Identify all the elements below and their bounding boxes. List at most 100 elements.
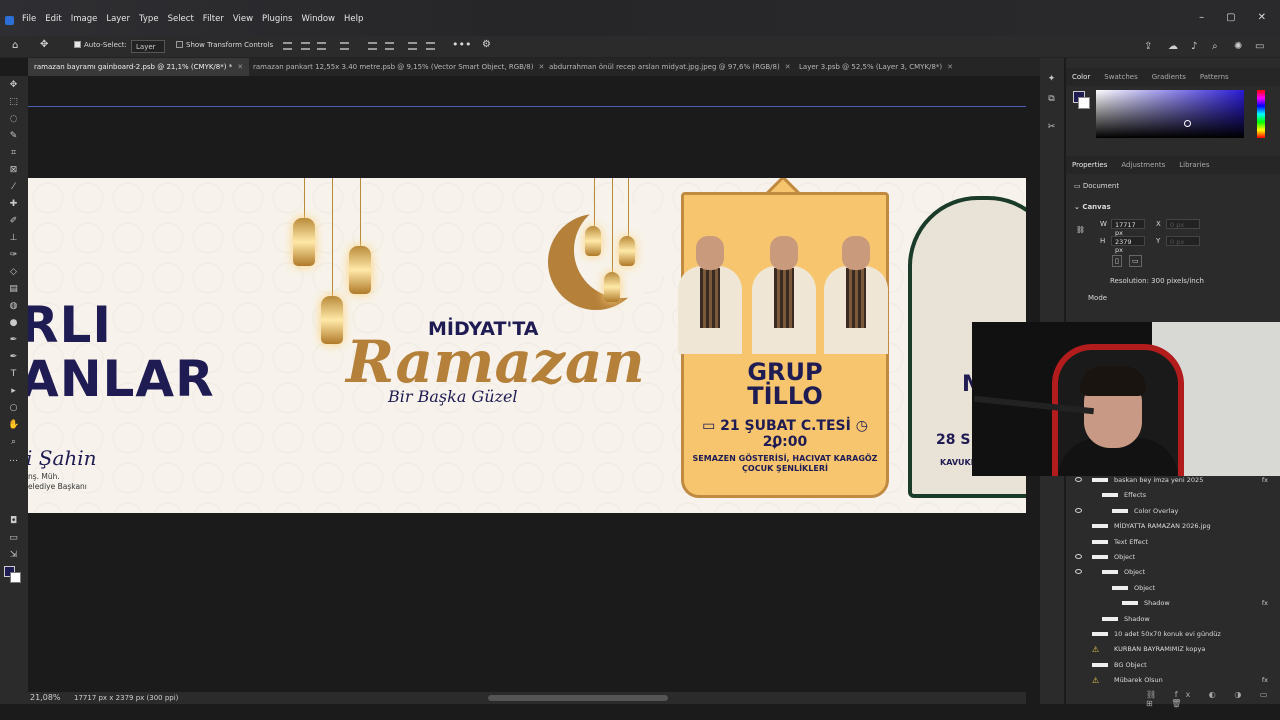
layer-row[interactable]: ⚠ Mübarek Olsun fx — [1072, 674, 1272, 689]
x-field[interactable]: 0 px — [1166, 219, 1200, 229]
learn-icon[interactable]: ✦ — [1046, 74, 1057, 85]
layer-row[interactable]: Object — [1072, 582, 1272, 597]
more-icon[interactable]: ••• — [452, 38, 471, 51]
tab-swatches[interactable]: Swatches — [1104, 73, 1137, 81]
layer-dropdown[interactable]: Layer — [131, 40, 165, 53]
align-top-icon[interactable] — [368, 42, 377, 50]
screen-mode-icon[interactable]: ▭ — [8, 533, 19, 544]
zoom-tool-icon[interactable]: ⌕ — [8, 437, 19, 448]
layer-row[interactable]: 10 adet 50x70 konuk evi gündüz — [1072, 628, 1272, 643]
menu-item-view[interactable]: View — [233, 14, 253, 24]
close-tab-icon[interactable]: ✕ — [237, 63, 243, 71]
tab-layer3[interactable]: Layer 3.psb @ 52,5% (Layer 3, CMYK/8*) ✕ — [793, 58, 959, 76]
edit-toolbar-icon[interactable]: ⇲ — [8, 550, 19, 561]
height-field[interactable]: 2379 px — [1111, 236, 1145, 254]
canvas-area[interactable]: RLI ANLAR i Şahin nş. Müh. elediye Başka… — [28, 76, 1026, 692]
close-icon[interactable]: ✕ — [1258, 12, 1266, 23]
more-tools-icon[interactable]: … — [8, 454, 19, 465]
photoshop-logo-icon[interactable] — [5, 16, 14, 25]
menu-item-type[interactable]: Type — [139, 14, 159, 24]
dodge-tool-icon[interactable]: ● — [8, 318, 19, 329]
color-picker-cursor[interactable] — [1184, 120, 1191, 127]
search-icon[interactable]: ⌕ — [1212, 41, 1218, 52]
eyedropper-tool-icon[interactable]: ⁄ — [8, 182, 19, 193]
crop-tool-icon[interactable]: ⌗ — [8, 148, 19, 159]
tab-properties[interactable]: Properties — [1072, 161, 1107, 169]
y-field[interactable]: 0 px — [1166, 236, 1200, 246]
tab-patterns[interactable]: Patterns — [1200, 73, 1229, 81]
eye-icon[interactable] — [1075, 554, 1082, 559]
align-center-icon[interactable] — [301, 42, 310, 50]
marquee-tool-icon[interactable]: ⬚ — [8, 97, 19, 108]
color-picker-field[interactable] — [1096, 90, 1244, 138]
eye-icon[interactable] — [1075, 477, 1082, 482]
layer-row[interactable]: Object — [1072, 551, 1272, 566]
layer-row[interactable]: MİDYATTA RAMAZAN 2026.jpg — [1072, 520, 1272, 535]
history-brush-icon[interactable]: ✑ — [8, 250, 19, 261]
fx-icon[interactable]: fx — [1262, 599, 1268, 607]
canvas-section[interactable]: ⌄ Canvas — [1074, 203, 1111, 211]
tab-adjustments[interactable]: Adjustments — [1121, 161, 1165, 169]
width-field[interactable]: 17717 px — [1111, 219, 1145, 237]
fx-icon[interactable]: fx — [1262, 676, 1268, 684]
close-tab-icon[interactable]: ✕ — [947, 63, 953, 71]
fx-icon[interactable]: fx — [1262, 476, 1268, 484]
tools-icon[interactable]: ✂ — [1046, 122, 1057, 133]
horizontal-scrollbar[interactable] — [488, 695, 668, 701]
gradient-tool-icon[interactable]: ▤ — [8, 284, 19, 295]
layer-panel-actions[interactable]: ⛓ fx ◐ ◑ ▭ ⊞ 🗑 — [1146, 690, 1280, 708]
tab-ramazan-bayrami[interactable]: ramazan bayramı gainboard-2.psb @ 21,1% … — [28, 58, 250, 76]
minimize-icon[interactable]: – — [1199, 12, 1204, 23]
background-color-swatch[interactable] — [10, 572, 21, 583]
hand-tool-icon[interactable]: ✋ — [8, 420, 19, 431]
layer-row[interactable]: Object — [1072, 566, 1272, 581]
menu-item-plugins[interactable]: Plugins — [262, 14, 292, 24]
type-tool-icon[interactable]: T — [8, 369, 19, 380]
brush-tool-icon[interactable]: ✐ — [8, 216, 19, 227]
maximize-icon[interactable]: ▢ — [1226, 12, 1235, 23]
workspace-icon[interactable]: ▭ — [1255, 41, 1264, 52]
lasso-tool-icon[interactable]: ◌ — [8, 114, 19, 125]
move-tool-icon[interactable]: ✥ — [40, 39, 48, 50]
lightbulb-icon[interactable]: ✺ — [1234, 41, 1242, 52]
layer-row[interactable]: BG Object — [1072, 659, 1272, 674]
layer-row[interactable]: Shadow — [1072, 613, 1272, 628]
close-tab-icon[interactable]: ✕ — [785, 63, 791, 71]
eraser-tool-icon[interactable]: ◇ — [8, 267, 19, 278]
background-color-swatch[interactable] — [1078, 97, 1090, 109]
zoom-level[interactable]: 21,08% — [30, 693, 61, 702]
align-right-icon[interactable] — [317, 42, 326, 50]
link-icon[interactable]: ⛓ — [1076, 226, 1085, 234]
pen-tool-icon[interactable]: ✒ — [8, 352, 19, 363]
menu-item-edit[interactable]: Edit — [45, 14, 61, 24]
menu-item-image[interactable]: Image — [71, 14, 98, 24]
artboard[interactable]: RLI ANLAR i Şahin nş. Müh. elediye Başka… — [28, 178, 1026, 513]
portrait-icon[interactable]: ▯ — [1112, 255, 1122, 267]
menu-item-help[interactable]: Help — [344, 14, 363, 24]
tab-ramazan-pankart[interactable]: ramazan pankart 12,55x 3.40 metre.psb @ … — [247, 58, 550, 76]
tab-gradients[interactable]: Gradients — [1152, 73, 1186, 81]
blur-tool-icon[interactable]: ◍ — [8, 301, 19, 312]
frame-tool-icon[interactable]: ⊠ — [8, 165, 19, 176]
show-transform-checkbox[interactable]: Show Transform Controls — [176, 41, 273, 49]
pen-tool-icon[interactable]: ✒ — [8, 335, 19, 346]
eye-icon[interactable] — [1075, 507, 1082, 513]
layer-row[interactable]: baskan bey imza yeni 2025 fx — [1072, 474, 1272, 489]
layer-row[interactable]: Shadow fx — [1072, 597, 1272, 612]
distribute-icon[interactable] — [340, 42, 349, 50]
hue-slider[interactable] — [1257, 90, 1265, 138]
path-select-icon[interactable]: ▸ — [8, 386, 19, 397]
quick-select-tool-icon[interactable]: ✎ — [8, 131, 19, 142]
layer-comps-icon[interactable]: ⧉ — [1046, 94, 1057, 105]
align-left-icon[interactable] — [283, 42, 292, 50]
auto-select-checkbox[interactable]: Auto-Select: — [74, 41, 127, 49]
healing-tool-icon[interactable]: ✚ — [8, 199, 19, 210]
landscape-icon[interactable]: ▭ — [1129, 255, 1142, 267]
share-icon[interactable]: ⇪ — [1144, 41, 1152, 52]
home-icon[interactable]: ⌂ — [12, 40, 18, 51]
layer-row[interactable]: Color Overlay — [1072, 505, 1272, 520]
document-info[interactable]: 17717 px x 2379 px (300 ppi) — [74, 694, 178, 702]
menu-item-file[interactable]: File — [22, 14, 36, 24]
eye-icon[interactable] — [1075, 569, 1082, 575]
menu-item-layer[interactable]: Layer — [106, 14, 130, 24]
